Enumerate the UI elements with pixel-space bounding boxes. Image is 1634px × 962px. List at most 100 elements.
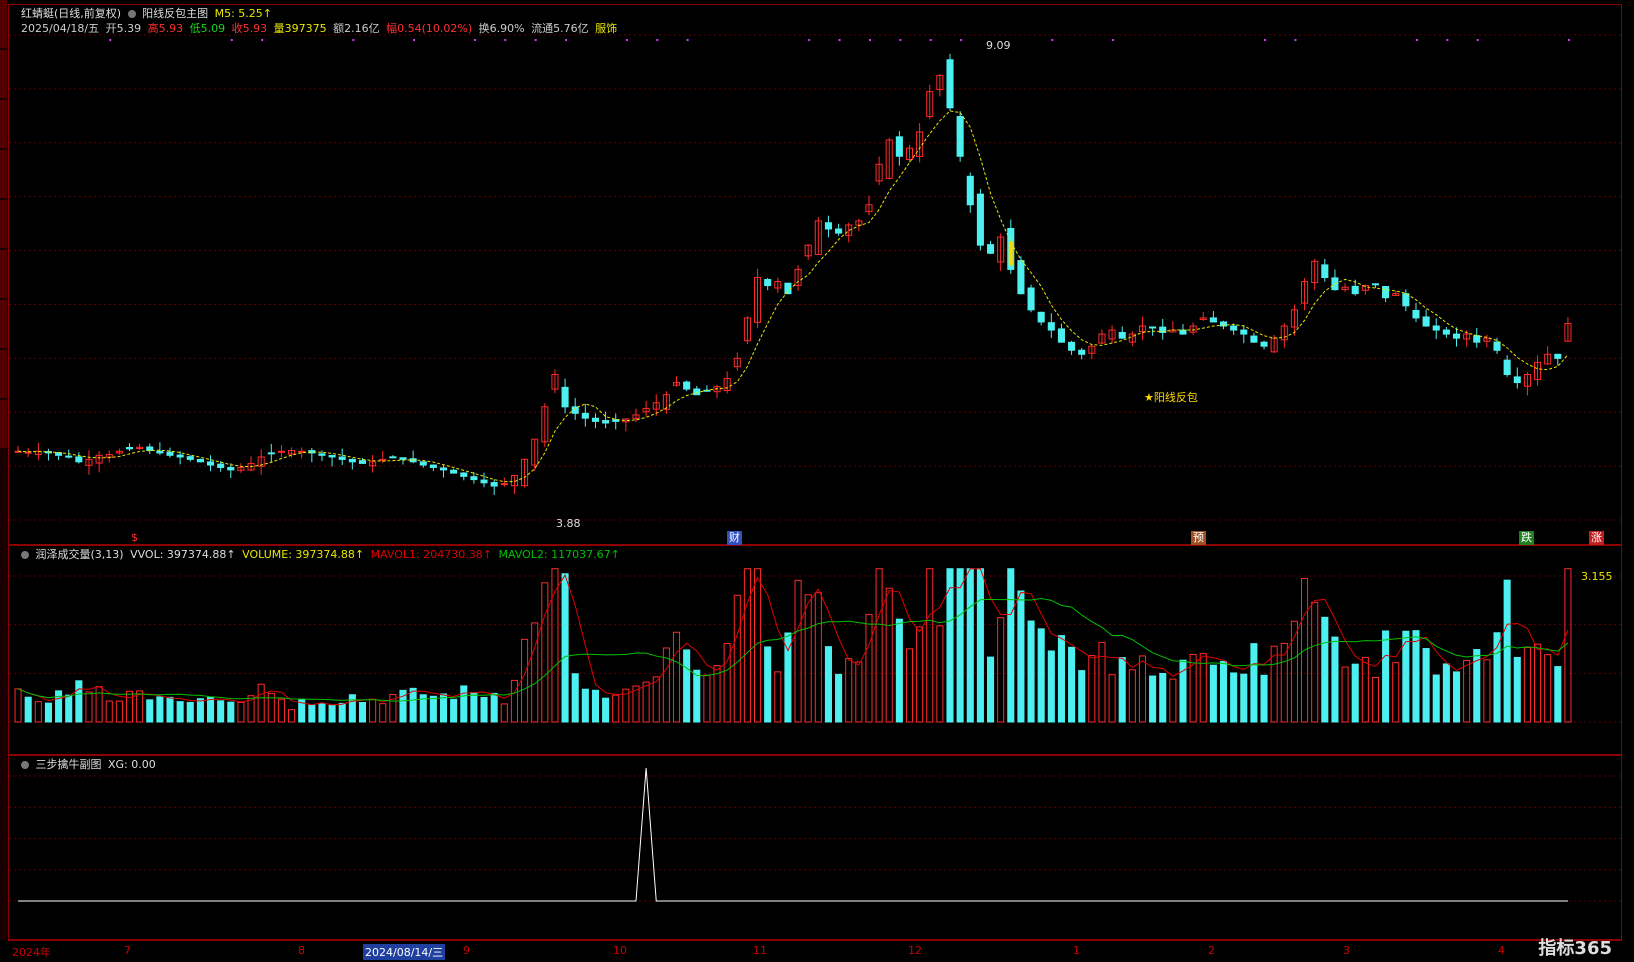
volume-bar bbox=[55, 690, 63, 723]
volume-bar bbox=[146, 699, 154, 723]
axis-label: 7 bbox=[124, 944, 131, 957]
axis-label: 1 bbox=[1073, 944, 1080, 957]
volume-bar bbox=[409, 687, 417, 723]
volume-bar bbox=[156, 696, 164, 723]
xg-chart[interactable] bbox=[9, 756, 1621, 939]
marker-up[interactable]: 涨 bbox=[1589, 531, 1604, 545]
volume-bar bbox=[1463, 659, 1471, 723]
marker-dollar[interactable]: $ bbox=[129, 531, 140, 545]
volume-bar bbox=[1442, 663, 1450, 723]
signal-dot bbox=[1415, 39, 1418, 41]
stock-title: 红蜻蜓(日线,前复权) bbox=[21, 7, 122, 20]
sector-label[interactable]: 服饰 bbox=[595, 22, 617, 35]
candle-body bbox=[1452, 333, 1461, 339]
signal-dot bbox=[1567, 39, 1570, 41]
volume-bar bbox=[652, 676, 660, 723]
volume-bar bbox=[1554, 666, 1562, 723]
main-chart-panel[interactable]: 红蜻蜓(日线,前复权) 阳线反包主图 M5: 5.25↑ 2025/04/18/… bbox=[8, 4, 1622, 545]
candle-body bbox=[227, 466, 235, 471]
indicator-name[interactable]: 阳线反包主图 bbox=[142, 7, 208, 20]
volume-bar bbox=[1321, 616, 1329, 723]
volume-bar bbox=[480, 697, 488, 723]
candle-body bbox=[1118, 331, 1126, 339]
candle-body bbox=[1017, 260, 1025, 295]
volume-bar bbox=[1108, 674, 1116, 723]
volume-bar bbox=[764, 646, 772, 723]
volume-bar bbox=[1098, 641, 1106, 723]
marker-down[interactable]: 跌 bbox=[1519, 531, 1534, 545]
volume-bar bbox=[1037, 628, 1045, 723]
volume-bar bbox=[450, 698, 458, 723]
volume-bar bbox=[288, 709, 296, 723]
candle-body bbox=[419, 461, 427, 466]
volume-bar bbox=[1118, 657, 1126, 723]
signal-dot bbox=[565, 39, 568, 41]
candle-body bbox=[480, 479, 488, 484]
candle-body bbox=[976, 193, 984, 246]
volume-bar bbox=[44, 702, 52, 723]
candle-body bbox=[561, 386, 569, 408]
volume-panel[interactable]: 润泽成交量(3,13) VVOL: 397374.88↑ VOLUME: 397… bbox=[8, 545, 1622, 755]
candle-body bbox=[1321, 264, 1329, 278]
volume-chart[interactable] bbox=[9, 546, 1621, 754]
signal-dot bbox=[534, 39, 537, 41]
candle-body bbox=[1240, 329, 1248, 335]
candle-body bbox=[206, 461, 215, 466]
volume-bar bbox=[379, 703, 387, 723]
candle-body bbox=[125, 447, 134, 450]
volume-header: 润泽成交量(3,13) VVOL: 397374.88↑ VOLUME: 397… bbox=[21, 548, 623, 562]
volume-bar bbox=[1392, 662, 1400, 723]
marker-finance[interactable]: 财 bbox=[727, 531, 742, 545]
sub-panel[interactable]: 三步擒牛副图 XG: 0.00 bbox=[8, 755, 1622, 940]
volume-bar bbox=[733, 594, 741, 723]
left-side-tabs[interactable] bbox=[0, 0, 7, 940]
candle-body bbox=[1250, 335, 1258, 343]
signal-dot bbox=[686, 39, 689, 41]
volume-bar bbox=[1017, 590, 1025, 723]
axis-label: 10 bbox=[613, 944, 627, 957]
settings-dot-icon[interactable] bbox=[21, 551, 29, 559]
candle-body bbox=[1047, 322, 1055, 331]
volume-bar bbox=[1169, 678, 1177, 723]
signal-dot bbox=[1294, 39, 1297, 41]
axis-label: 12 bbox=[908, 944, 922, 957]
candle-body bbox=[389, 456, 397, 459]
marker-forecast[interactable]: 预 bbox=[1191, 531, 1206, 545]
volume-bar bbox=[895, 618, 903, 723]
cursor-date-label: 2024/08/14/三 bbox=[363, 944, 446, 960]
signal-dot bbox=[625, 39, 628, 41]
candle-body bbox=[338, 456, 346, 460]
volume-bar bbox=[206, 696, 215, 723]
volume-bar bbox=[703, 674, 711, 723]
volume-bar bbox=[308, 704, 316, 723]
candle-body bbox=[24, 451, 32, 454]
volume-title[interactable]: 润泽成交量(3,13) bbox=[36, 548, 124, 561]
date-axis[interactable]: 2024年 7 8 2024/08/14/三 9 10 11 12 1 2 3 … bbox=[8, 938, 1622, 962]
sub-title[interactable]: 三步擒牛副图 bbox=[36, 758, 102, 771]
date-label: 2025/04/18/五 bbox=[21, 22, 100, 35]
candle-body bbox=[217, 463, 225, 468]
signal-dot bbox=[960, 39, 963, 41]
volume-bar bbox=[1371, 676, 1380, 723]
float-label: 流通5.76亿 bbox=[531, 22, 589, 35]
settings-dot-icon[interactable] bbox=[127, 10, 136, 18]
candle-body bbox=[429, 464, 437, 468]
volume-bar bbox=[1311, 601, 1319, 723]
candle-body bbox=[683, 381, 691, 390]
volume-bar bbox=[1128, 669, 1136, 723]
volume-bar bbox=[176, 701, 184, 723]
signal-dot bbox=[1476, 39, 1479, 41]
volume-bar bbox=[115, 700, 123, 723]
volume-bar bbox=[774, 671, 782, 723]
volume-bar bbox=[1452, 671, 1461, 723]
volume-bar bbox=[997, 617, 1005, 723]
candle-body bbox=[1037, 311, 1045, 323]
amount-label: 额2.16亿 bbox=[333, 22, 380, 35]
signal-dot bbox=[656, 39, 659, 41]
volume-bar bbox=[1534, 643, 1542, 723]
volume-bar bbox=[358, 702, 367, 723]
candlestick-chart[interactable] bbox=[9, 5, 1621, 544]
low-label: 低5.09 bbox=[189, 22, 226, 35]
candle-body bbox=[1554, 353, 1562, 359]
settings-dot-icon[interactable] bbox=[21, 761, 29, 769]
